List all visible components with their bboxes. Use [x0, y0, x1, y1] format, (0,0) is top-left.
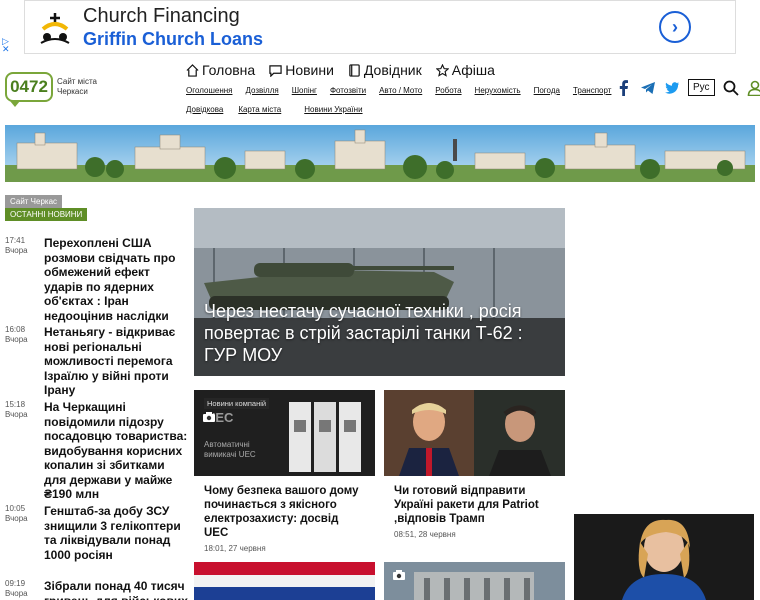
- subnav-transport[interactable]: Транспорт: [573, 86, 611, 95]
- language-switch[interactable]: Рус: [688, 79, 715, 96]
- hero-article[interactable]: Через нестачу сучасної техніки , росія п…: [194, 208, 565, 376]
- news-time: 09:19 Вчора: [5, 579, 28, 598]
- chat-icon: [269, 64, 282, 77]
- search-icon[interactable]: [723, 80, 739, 96]
- news-time: 10:05 Вчора: [5, 504, 28, 523]
- news-time: 16:08 Вчора: [5, 325, 28, 344]
- card-title[interactable]: Чи готовий відправити Україні ракети для…: [384, 484, 565, 526]
- subnav-realty[interactable]: Нерухомість: [475, 86, 521, 95]
- site-tag[interactable]: Сайт Черкас: [5, 195, 63, 208]
- camera-icon: [393, 570, 405, 580]
- subnav-ukraine-news[interactable]: Новини України: [304, 105, 362, 114]
- article-card-thumb[interactable]: [194, 562, 375, 600]
- logo-tail-shape: [10, 101, 20, 107]
- sub-nav-row2: Довідкова Карта міста Новини України: [186, 105, 363, 114]
- camera-icon: [203, 412, 215, 422]
- nav-news[interactable]: Новини: [269, 62, 334, 78]
- article-card-thumb[interactable]: [384, 562, 565, 600]
- card-title[interactable]: Чому безпека вашого дому починається з я…: [194, 484, 375, 540]
- ad-arrow-button[interactable]: ›: [659, 11, 691, 43]
- nav-home[interactable]: Головна: [186, 62, 255, 78]
- subnav-auto[interactable]: Авто / Мото: [379, 86, 422, 95]
- news-time: 15:18 Вчора: [5, 400, 28, 419]
- news-title[interactable]: Нетаньягу - відкриває нові регіональні м…: [44, 325, 190, 398]
- company-news-badge: Новини компаній: [204, 398, 270, 409]
- logo-tagline: Сайт міста Черкаси: [57, 77, 97, 96]
- presenter-photo: [574, 514, 754, 600]
- star-icon: [435, 63, 449, 77]
- nav-directory[interactable]: Довідник: [348, 62, 422, 78]
- flag-photo: [194, 562, 375, 600]
- card-image: [384, 390, 565, 476]
- ad-title[interactable]: Church Financing: [83, 5, 240, 28]
- latest-news-tag[interactable]: ОСТАННІ НОВИНИ: [5, 208, 88, 221]
- card-date: 18:01, 27 червня: [204, 544, 266, 553]
- subnav-leisure[interactable]: Дозвілля: [245, 86, 278, 95]
- article-card[interactable]: Чи готовий відправити Україні ракети для…: [384, 390, 565, 539]
- telegram-icon[interactable]: [640, 80, 656, 96]
- ad-close-icon[interactable]: ✕: [2, 44, 10, 55]
- user-icon[interactable]: [747, 80, 760, 96]
- ad-subtitle[interactable]: Griffin Church Loans: [83, 29, 263, 50]
- nav-directory-label: Довідник: [363, 62, 422, 78]
- home-icon: [186, 63, 199, 77]
- card-image: UEC Автоматичні вимикачі UEC Новини комп…: [194, 390, 375, 476]
- building-photo: [384, 562, 565, 600]
- nav-events[interactable]: Афіша: [435, 62, 495, 78]
- subnav-photo[interactable]: Фотозвіти: [330, 86, 366, 95]
- hero-title[interactable]: Через нестачу сучасної техніки , росія п…: [204, 300, 559, 366]
- subnav-city-map[interactable]: Карта міста: [238, 105, 281, 114]
- sub-nav-row1: Оголошення Дозвілля Шопінг Фотозвіти Авт…: [186, 86, 611, 95]
- video-player[interactable]: [574, 514, 754, 600]
- card-date: 08:51, 28 червня: [394, 530, 456, 539]
- book-icon: [349, 63, 360, 77]
- news-time: 17:41 Вчора: [5, 236, 28, 255]
- article-card[interactable]: UEC Автоматичні вимикачі UEC Новини комп…: [194, 390, 375, 553]
- nav-home-label: Головна: [202, 62, 256, 78]
- subnav-jobs[interactable]: Робота: [435, 86, 461, 95]
- facebook-icon[interactable]: [616, 79, 632, 96]
- main-nav: Головна Новини Довідник Афіша: [186, 62, 495, 78]
- subnav-reference[interactable]: Довідкова: [186, 105, 223, 114]
- news-title[interactable]: Генштаб-за добу ЗСУ знищили 3 гелікоптер…: [44, 504, 190, 562]
- twitter-icon[interactable]: [664, 80, 680, 96]
- nav-news-label: Новини: [285, 62, 334, 78]
- news-title[interactable]: Зібрали понад 40 тисяч гривень для війсь…: [44, 579, 190, 600]
- politicians-photo: [384, 390, 565, 476]
- church-logo-icon: [40, 13, 70, 44]
- news-title[interactable]: На Черкащині повідомили підозру посадовц…: [44, 400, 190, 502]
- ad-banner[interactable]: Church Financing Griffin Church Loans ›: [24, 0, 736, 54]
- subnav-shopping[interactable]: Шопінг: [292, 86, 317, 95]
- nav-events-label: Афіша: [451, 62, 495, 78]
- header-actions: Рус: [616, 79, 760, 96]
- uec-caption: Автоматичні вимикачі UEC: [204, 440, 256, 459]
- news-title[interactable]: Перехоплені США розмови свідчать про обм…: [44, 236, 190, 323]
- subnav-weather[interactable]: Погода: [534, 86, 560, 95]
- city-skyline-banner: [5, 125, 755, 182]
- site-logo[interactable]: 0472: [5, 72, 53, 102]
- subnav-classifieds[interactable]: Оголошення: [186, 86, 232, 95]
